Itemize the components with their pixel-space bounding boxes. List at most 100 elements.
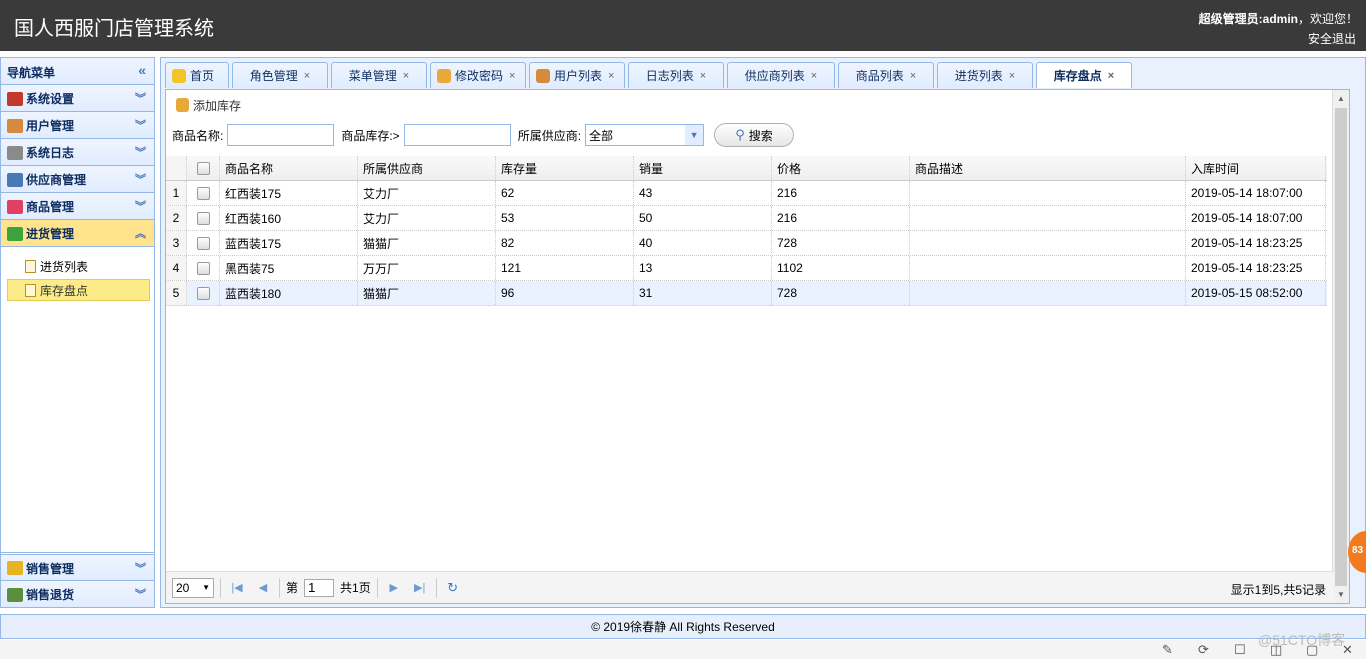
row-checkbox[interactable]	[196, 261, 210, 275]
chevron-down-icon[interactable]: ︾	[135, 171, 146, 187]
row-checkbox[interactable]	[196, 286, 210, 300]
close-icon[interactable]: ×	[1108, 70, 1114, 82]
page-total: 共1页	[340, 581, 371, 595]
sidebar-section-1[interactable]: 系统设置 ︾	[1, 85, 154, 112]
table-cell-stock: 121	[496, 256, 634, 280]
last-page-icon[interactable]: ▶|	[410, 581, 430, 594]
chevron-down-icon[interactable]: ︾	[135, 117, 146, 133]
supplier-icon	[7, 172, 23, 187]
table-row[interactable]: 5 蓝西装180 猫猫厂 96 31 728 2019-05-15 08:52:00	[166, 281, 1327, 306]
chevron-down-icon[interactable]: ︾	[135, 90, 146, 106]
row-checkbox-cell[interactable]	[187, 181, 220, 205]
sidebar-section-label: 销售退货	[26, 588, 75, 602]
share-icon[interactable]: ⟳	[1198, 642, 1209, 658]
close-icon[interactable]: ×	[304, 70, 310, 82]
next-page-icon[interactable]: ▶	[384, 581, 404, 594]
main-area: 首页 角色管理 × 菜单管理 × 修改密码 × 用户列表 × 日志列表 × 供应商列表 × 商品列表 × 进货…	[160, 57, 1366, 608]
sidebar-section-label: 供应商管理	[26, 173, 87, 187]
tab-9[interactable]: 进货列表 ×	[937, 62, 1033, 88]
tab-8[interactable]: 商品列表 ×	[838, 62, 934, 88]
pin-icon[interactable]: ✎	[1162, 642, 1173, 658]
tab-1[interactable]: 首页	[165, 62, 229, 88]
column-header[interactable]: 价格	[772, 156, 910, 180]
row-checkbox-cell[interactable]	[187, 231, 220, 255]
close-icon[interactable]: ×	[509, 70, 515, 82]
logout-link[interactable]: 安全退出	[1308, 30, 1356, 47]
column-header[interactable]: 商品名称	[220, 156, 358, 180]
sidebar-section-3[interactable]: 系统日志 ︾	[1, 139, 154, 166]
close-icon[interactable]: ×	[910, 70, 916, 82]
scrollbar-thumb[interactable]	[1335, 108, 1347, 586]
sidebar-section-5[interactable]: 商品管理 ︾	[1, 193, 154, 220]
column-header[interactable]: 销量	[634, 156, 772, 180]
table-row[interactable]: 3 蓝西装175 猫猫厂 82 40 728 2019-05-14 18:23:25	[166, 231, 1327, 256]
row-checkbox-cell[interactable]	[187, 281, 220, 305]
stock-input[interactable]	[403, 124, 511, 146]
row-checkbox[interactable]	[196, 211, 210, 225]
table-cell-price: 728	[772, 231, 910, 255]
page-number-input[interactable]	[304, 578, 335, 597]
table-row[interactable]: 4 黑西装75 万万厂 121 13 1102 2019-05-14 18:23:25	[166, 256, 1327, 281]
table-row[interactable]: 1 红西装175 艾力厂 62 43 216 2019-05-14 18:07:00	[166, 181, 1327, 206]
row-checkbox[interactable]	[196, 186, 210, 200]
tab-10[interactable]: 库存盘点 ×	[1036, 62, 1132, 88]
sidebar-section-bottom-2[interactable]: 销售退货 ︾	[1, 581, 154, 608]
close-icon[interactable]: ×	[608, 70, 614, 82]
page-size-select[interactable]: 20 ▼	[172, 577, 214, 598]
select-all-checkbox[interactable]	[196, 161, 210, 175]
tab-2[interactable]: 角色管理 ×	[232, 62, 328, 88]
table-cell-desc	[910, 231, 1186, 255]
chevron-down-icon[interactable]: ︾	[135, 560, 146, 576]
scroll-down-icon[interactable]: ▼	[1337, 590, 1345, 599]
welcome-user: admin	[1262, 12, 1298, 26]
submenu-item-purchase-list[interactable]: 进货列表	[7, 255, 148, 277]
pager-divider	[376, 577, 378, 598]
sidebar-header: 导航菜单 «	[1, 58, 154, 85]
prev-page-icon[interactable]: ◀	[253, 581, 273, 594]
chevron-down-icon[interactable]: ︾	[135, 586, 146, 602]
row-number: 2	[166, 206, 187, 230]
sidebar-section-bottom-1[interactable]: 销售管理 ︾	[1, 554, 154, 581]
tab-4[interactable]: 修改密码 ×	[430, 62, 526, 88]
row-checkbox[interactable]	[196, 236, 210, 250]
tab-7[interactable]: 供应商列表 ×	[727, 62, 835, 88]
tab-6[interactable]: 日志列表 ×	[628, 62, 724, 88]
tab-3[interactable]: 菜单管理 ×	[331, 62, 427, 88]
collapse-sidebar-icon[interactable]: «	[138, 62, 146, 78]
chevron-down-icon[interactable]: ▼	[685, 125, 704, 145]
sidebar-section-4[interactable]: 供应商管理 ︾	[1, 166, 154, 193]
row-checkbox-cell[interactable]	[187, 256, 220, 280]
close-icon[interactable]: ×	[700, 70, 706, 82]
submenu-item-inventory-check[interactable]: 库存盘点	[7, 279, 150, 301]
close-icon[interactable]: ×	[811, 70, 817, 82]
close-icon[interactable]: ×	[403, 70, 409, 82]
vertical-scrollbar[interactable]: ▲ ▼	[1332, 90, 1349, 603]
chevron-up-icon[interactable]: ︽	[135, 225, 146, 241]
close-icon[interactable]: ×	[1009, 70, 1015, 82]
product-name-input[interactable]	[227, 124, 335, 146]
chevron-down-icon[interactable]: ︾	[135, 144, 146, 160]
sidebar-section-label: 系统日志	[26, 146, 75, 160]
column-header[interactable]: 商品描述	[910, 156, 1186, 180]
tab-5[interactable]: 用户列表 ×	[529, 62, 625, 88]
search-button[interactable]: ⚲ 搜索	[714, 123, 795, 147]
column-header[interactable]: 库存量	[496, 156, 634, 180]
table-row[interactable]: 2 红西装160 艾力厂 53 50 216 2019-05-14 18:07:00	[166, 206, 1327, 231]
sidebar-section-6[interactable]: 进货管理 ︽	[1, 220, 154, 247]
add-inventory-button[interactable]: 添加库存	[176, 97, 241, 114]
refresh-icon[interactable]: ↻	[443, 580, 463, 596]
row-checkbox-cell[interactable]	[187, 206, 220, 230]
column-header[interactable]: 所属供应商	[358, 156, 496, 180]
supplier-select[interactable]: 全部 ▼	[585, 124, 705, 146]
chevron-down-icon[interactable]: ︾	[135, 198, 146, 214]
sidebar-section-2[interactable]: 用户管理 ︾	[1, 112, 154, 139]
scroll-up-icon[interactable]: ▲	[1337, 94, 1345, 103]
column-header[interactable]: 入库时间	[1186, 156, 1326, 180]
footer: © 2019徐春静 All Rights Reserved	[0, 614, 1366, 639]
heart-icon	[7, 199, 23, 214]
first-page-icon[interactable]: |◀	[227, 581, 247, 594]
users-icon	[7, 118, 23, 133]
stock-label: 商品库存:>	[341, 128, 400, 143]
trash-icon[interactable]: ☐	[1234, 642, 1246, 658]
select-all-cell[interactable]	[187, 156, 220, 180]
